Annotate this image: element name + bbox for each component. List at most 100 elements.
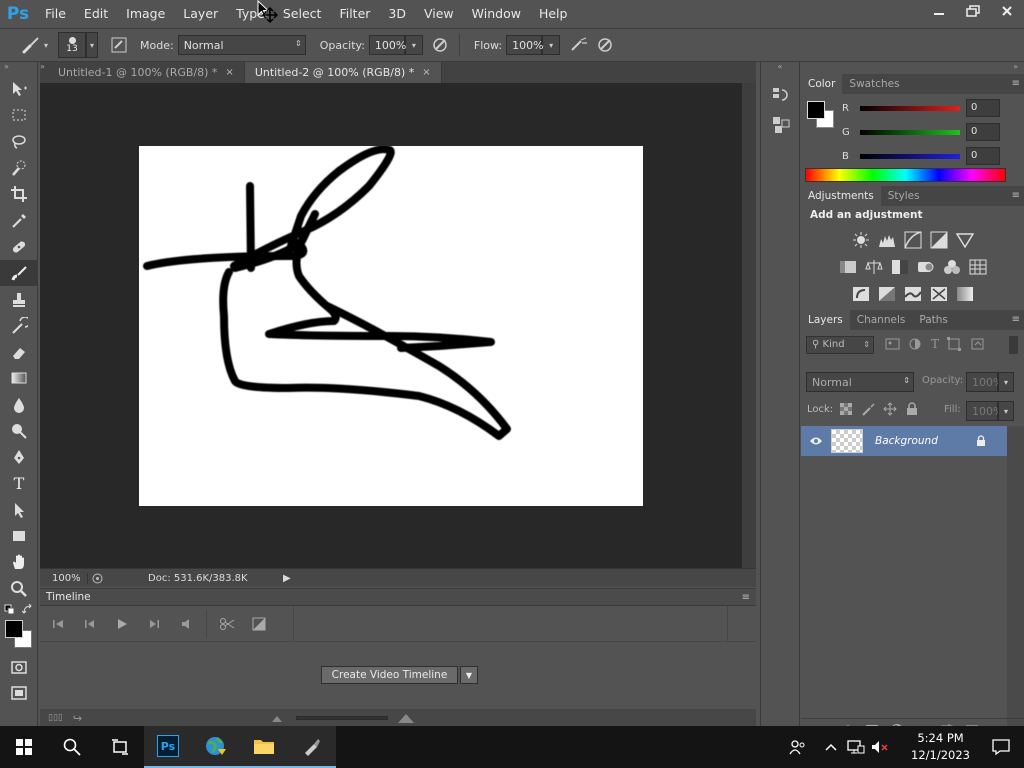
- menu-select[interactable]: Select: [274, 0, 331, 28]
- dock-expand-icon[interactable]: «: [761, 62, 799, 74]
- foreground-color-swatch[interactable]: [5, 619, 23, 638]
- layer-opacity-input[interactable]: 100%: [966, 372, 1003, 392]
- tab-styles[interactable]: Styles: [881, 186, 927, 206]
- menu-3d[interactable]: 3D: [379, 0, 415, 28]
- hue-saturation-icon[interactable]: [838, 257, 858, 277]
- vibrance-icon[interactable]: [955, 230, 975, 250]
- screen-mode-button[interactable]: [0, 680, 38, 706]
- history-brush-tool[interactable]: [0, 313, 38, 339]
- status-info-icon[interactable]: [88, 573, 106, 584]
- filter-pixel-icon[interactable]: [885, 337, 900, 351]
- panel-menu-icon[interactable]: ≡: [742, 592, 750, 603]
- path-selection-tool[interactable]: [0, 497, 38, 523]
- posterize-icon[interactable]: [877, 284, 897, 304]
- pen-tool[interactable]: [0, 444, 38, 470]
- filter-kind-select[interactable]: ⚲ Kind ⇕: [806, 336, 874, 354]
- airbrush-icon[interactable]: [566, 32, 592, 58]
- first-frame-button[interactable]: [42, 606, 74, 642]
- filter-shape-icon[interactable]: [947, 337, 962, 351]
- photo-filter-icon[interactable]: [916, 257, 936, 277]
- layer-opacity-dropdown[interactable]: ▾: [998, 372, 1014, 392]
- clone-stamp-tool[interactable]: [0, 286, 38, 312]
- panels-collapse-icon[interactable]: »: [801, 62, 1024, 74]
- panel-collapse-icon[interactable]: »: [0, 62, 37, 76]
- dodge-tool[interactable]: [0, 418, 38, 444]
- lock-all-icon[interactable]: [905, 402, 919, 416]
- brush-tool[interactable]: [0, 260, 38, 287]
- hand-tool[interactable]: [0, 549, 38, 575]
- tab-untitled-1[interactable]: Untitled-1 @ 100% (RGB/8) * ×: [48, 62, 245, 83]
- invert-icon[interactable]: [851, 284, 871, 304]
- visibility-eye-icon[interactable]: [801, 436, 831, 446]
- color-spectrum-bar[interactable]: [805, 168, 1006, 182]
- lock-position-icon[interactable]: [883, 402, 897, 416]
- swap-colors-icon[interactable]: [22, 603, 34, 616]
- slider-red[interactable]: R 0: [801, 96, 1024, 120]
- chevron-up-icon[interactable]: [825, 743, 837, 751]
- zoom-tool[interactable]: [0, 576, 38, 602]
- action-center-icon[interactable]: [992, 739, 1010, 755]
- brush-preset-chevron-icon[interactable]: ▾: [44, 41, 48, 50]
- tab-close-icon[interactable]: ×: [225, 67, 233, 78]
- vertical-scrollbar[interactable]: [742, 83, 756, 568]
- filter-toggle[interactable]: [1009, 336, 1018, 354]
- opacity-input[interactable]: 100%: [368, 35, 406, 55]
- rectangle-tool[interactable]: [0, 523, 38, 549]
- tab-swatches[interactable]: Swatches: [842, 74, 906, 94]
- play-button[interactable]: [106, 606, 138, 642]
- brush-size-picker[interactable]: 13: [58, 32, 87, 58]
- slider-blue[interactable]: B 0: [801, 144, 1024, 168]
- default-colors-icon[interactable]: [4, 604, 16, 616]
- next-frame-button[interactable]: [138, 606, 170, 642]
- tab-untitled-2[interactable]: Untitled-2 @ 100% (RGB/8) * ×: [244, 62, 442, 83]
- convert-frame-icon[interactable]: ▯▯▯: [48, 713, 63, 723]
- type-tool[interactable]: T: [0, 470, 38, 496]
- panel-menu-icon[interactable]: ≡: [1012, 78, 1020, 89]
- tab-channels[interactable]: Channels: [850, 310, 913, 330]
- brush-preset-icon[interactable]: [18, 32, 44, 58]
- taskbar-file-explorer[interactable]: [240, 726, 288, 768]
- menu-image[interactable]: Image: [117, 0, 174, 28]
- menu-file[interactable]: File: [36, 0, 75, 28]
- blue-ramp[interactable]: [860, 153, 960, 159]
- menu-filter[interactable]: Filter: [330, 0, 379, 28]
- taskbar-pen-app[interactable]: [288, 726, 336, 768]
- minimize-button[interactable]: [922, 0, 956, 22]
- zoom-out-mountain-icon[interactable]: [272, 714, 283, 722]
- document-canvas[interactable]: [139, 146, 643, 506]
- filter-type-icon[interactable]: T: [931, 337, 939, 351]
- menu-edit[interactable]: Edit: [75, 0, 117, 28]
- threshold-icon[interactable]: [903, 284, 923, 304]
- restore-button[interactable]: [956, 0, 990, 22]
- crop-tool[interactable]: [0, 181, 38, 207]
- volume-muted-icon[interactable]: [871, 740, 889, 754]
- brightness-icon[interactable]: [851, 230, 871, 250]
- mode-select[interactable]: Normal ⇕: [177, 35, 306, 55]
- layer-row-background[interactable]: Background: [801, 426, 1007, 456]
- quick-mask-button[interactable]: [0, 654, 38, 680]
- marquee-tool[interactable]: [0, 102, 38, 128]
- timeline-type-dropdown[interactable]: ▼: [460, 666, 478, 684]
- gradient-map-icon[interactable]: [955, 284, 975, 304]
- brush-panel-toggle-icon[interactable]: [106, 32, 132, 58]
- history-panel-icon[interactable]: [772, 86, 799, 104]
- blur-tool[interactable]: [0, 392, 38, 418]
- pressure-opacity-icon[interactable]: [427, 32, 453, 58]
- menu-view[interactable]: View: [415, 0, 463, 28]
- tab-color[interactable]: Color: [801, 74, 843, 94]
- taskbar-globe-app[interactable]: [192, 726, 240, 768]
- flow-dropdown[interactable]: ▾: [542, 35, 561, 55]
- layers-scrollbar[interactable]: [1007, 426, 1024, 726]
- color-lookup-icon[interactable]: [968, 257, 988, 277]
- tabs-collapse-icon[interactable]: »: [40, 62, 48, 83]
- menu-help[interactable]: Help: [530, 0, 577, 28]
- transition-button[interactable]: [243, 606, 275, 642]
- previous-frame-button[interactable]: [74, 606, 106, 642]
- create-video-timeline-button[interactable]: Create Video Timeline: [321, 666, 458, 684]
- menu-layer[interactable]: Layer: [174, 0, 227, 28]
- task-view-button[interactable]: [96, 726, 144, 768]
- black-white-icon[interactable]: [890, 257, 910, 277]
- opacity-dropdown[interactable]: ▾: [404, 35, 423, 55]
- color-balance-icon[interactable]: [864, 257, 884, 277]
- lock-transparent-icon[interactable]: [839, 402, 853, 416]
